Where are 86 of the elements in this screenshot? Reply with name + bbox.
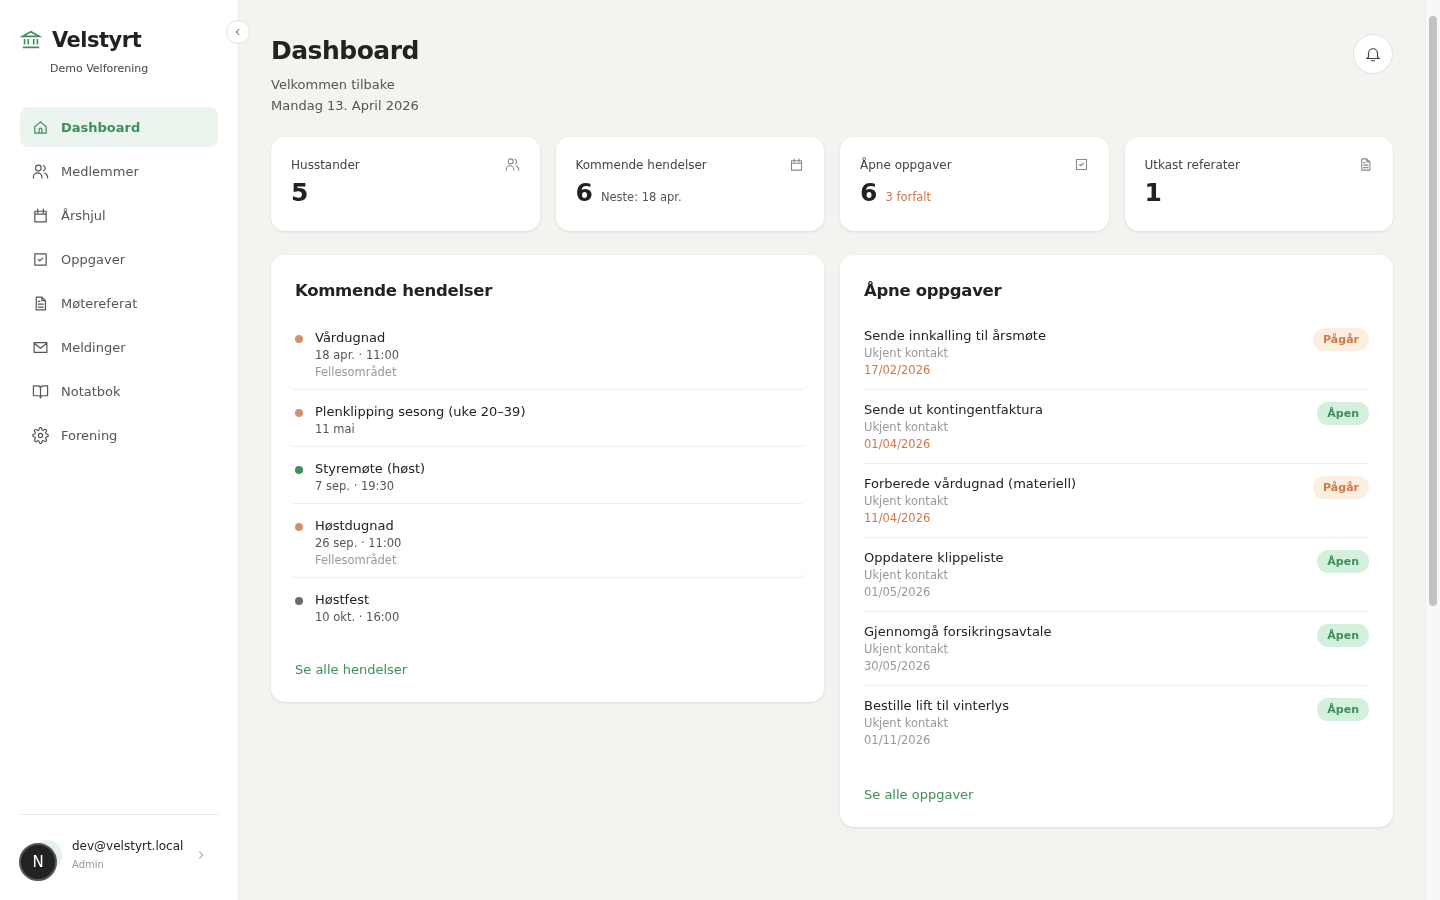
card-title: Åpne oppgaver [864, 281, 1003, 300]
collapse-sidebar-button[interactable] [226, 20, 250, 44]
stat-note: 3 forfalt [885, 190, 931, 204]
stat-value: 6 [860, 178, 878, 207]
event-time: 11 mai [315, 422, 356, 436]
task-contact: Ukjent kontakt [864, 420, 950, 434]
bank-icon [20, 29, 42, 51]
nav-item[interactable]: Dashboard [20, 107, 218, 147]
document-icon [1358, 157, 1373, 172]
users-icon [504, 157, 520, 172]
stat-value: 5 [291, 178, 309, 207]
date-text: Mandag 13. April 2026 [271, 98, 419, 113]
status-badge: Åpen [1317, 698, 1369, 721]
status-badge: Åpen [1317, 624, 1369, 647]
event-name: Styremøte (høst) [315, 461, 426, 476]
task-name[interactable]: Gjennomgå forsikringsavtale [864, 624, 1052, 639]
event-item[interactable]: Vårdugnad 18 apr. · 11:00 Fellesområdet [287, 324, 808, 390]
event-item[interactable]: Styremøte (høst) 7 sep. · 19:30 [287, 455, 808, 504]
status-badge: Pågår [1313, 476, 1369, 499]
user-email: dev@velstyrt.local [72, 839, 184, 853]
status-badge: Åpen [1317, 550, 1369, 573]
brand-name: Velstyrt [52, 28, 142, 52]
nav-item[interactable]: Meldinger [20, 327, 218, 367]
nav-item[interactable]: Notatbok [20, 371, 218, 411]
page-title: Dashboard [271, 36, 419, 65]
book-icon [32, 382, 49, 400]
notifications-button[interactable] [1353, 34, 1393, 74]
event-time: 18 apr. · 11:00 [315, 348, 400, 362]
task-name[interactable]: Bestille lift til vinterlys [864, 698, 1010, 713]
calendar-icon [789, 157, 804, 172]
welcome-text: Velkommen tilbake [271, 77, 396, 92]
event-item[interactable]: Høstfest 10 okt. · 16:00 [287, 586, 808, 634]
see-all-link[interactable]: Se alle hendelser [295, 662, 408, 677]
home-icon [32, 118, 49, 136]
task-name[interactable]: Sende innkalling til årsmøte [864, 328, 1046, 343]
task-contact: Ukjent kontakt [864, 716, 950, 730]
event-time: 10 okt. · 16:00 [315, 610, 400, 624]
task-contact: Ukjent kontakt [864, 494, 950, 508]
stat-label: Husstander [291, 157, 360, 172]
task-name[interactable]: Forberede vårdugnad (materiell) [864, 476, 1077, 491]
stat-label: Kommende hendelser [575, 157, 707, 172]
stat-value: 6 [575, 178, 593, 207]
event-name: Høstdugnad [315, 518, 395, 533]
status-badge: Åpen [1317, 402, 1369, 425]
bell-icon [1364, 45, 1382, 63]
event-item[interactable]: Plenklipping sesong (uke 20–39) 11 mai [287, 398, 808, 447]
task-contact: Ukjent kontakt [864, 346, 950, 360]
calendar-icon [32, 206, 49, 224]
nav-item[interactable]: Oppgaver [20, 239, 218, 279]
stat-label: Åpne oppgaver [860, 157, 952, 172]
task-contact: Ukjent kontakt [864, 642, 950, 656]
due-date: 17/02/2026 [864, 363, 932, 377]
event-name: Høstfest [315, 592, 371, 607]
event-place: Fellesområdet [315, 553, 398, 567]
nav-item[interactable]: Forening [20, 415, 218, 455]
due-date: 01/11/2026 [864, 733, 932, 747]
event-time: 7 sep. · 19:30 [315, 479, 396, 493]
due-date: 01/05/2026 [864, 585, 932, 599]
event-item[interactable]: Høstdugnad 26 sep. · 11:00 Fellesområdet [287, 512, 808, 578]
nav-item[interactable]: Medlemmer [20, 151, 218, 191]
nav-item[interactable]: Møtereferat [20, 283, 218, 323]
due-date: 11/04/2026 [864, 511, 932, 525]
stat-value: 1 [1144, 178, 1162, 207]
due-date: 01/04/2026 [864, 437, 932, 451]
nav-item[interactable]: Årshjul [20, 195, 218, 235]
stat-label: Utkast referater [1144, 157, 1240, 172]
see-all-link[interactable]: Se alle oppgaver [864, 787, 974, 802]
due-date: 30/05/2026 [864, 659, 932, 673]
event-name: Plenklipping sesong (uke 20–39) [315, 404, 526, 419]
users-icon [32, 162, 49, 180]
user-role: Admin [72, 859, 105, 870]
task-contact: Ukjent kontakt [864, 568, 950, 582]
task-name[interactable]: Oppdatere klippeliste [864, 550, 1004, 565]
event-time: 26 sep. · 11:00 [315, 536, 402, 550]
checkbox-icon [32, 250, 49, 268]
checkbox-icon [1073, 157, 1089, 172]
task-name[interactable]: Sende ut kontingentfaktura [864, 402, 1043, 417]
scrollbar[interactable] [1425, 0, 1440, 900]
card-title: Kommende hendelser [295, 281, 494, 300]
event-place: Fellesområdet [315, 365, 398, 379]
dev-tools-button[interactable]: N [19, 843, 57, 881]
stat-note: Neste: 18 apr. [600, 190, 682, 204]
settings-icon [32, 426, 49, 444]
event-name: Vårdugnad [315, 330, 387, 345]
status-badge: Pågår [1313, 328, 1369, 351]
organization-name: Demo Velforening [50, 62, 150, 75]
